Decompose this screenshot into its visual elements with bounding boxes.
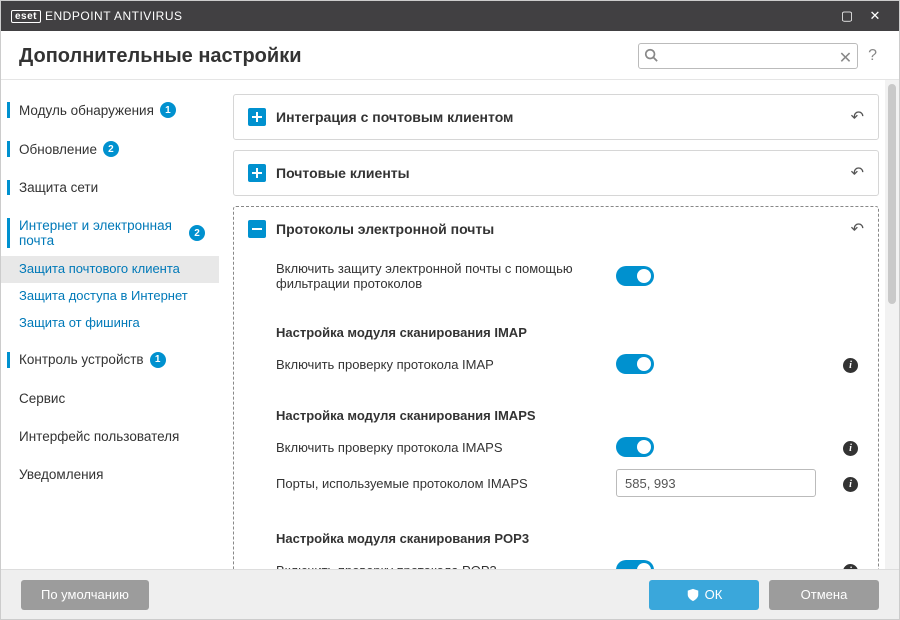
setting-enable-email-filter: Включить защиту электронной почты с помо… bbox=[276, 255, 864, 297]
input-imaps-ports[interactable] bbox=[616, 469, 816, 497]
toggle-enable-email-filter[interactable] bbox=[616, 266, 654, 286]
setting-label: Включить проверку протокола IMAP bbox=[276, 357, 616, 372]
sidebar-item-notifications[interactable]: Уведомления bbox=[1, 459, 219, 490]
revert-icon[interactable]: ↶ bbox=[851, 163, 864, 183]
panel-header[interactable]: Интеграция с почтовым клиентом ↶ bbox=[234, 95, 878, 139]
scrollbar-thumb[interactable] bbox=[888, 84, 896, 304]
info-icon[interactable]: i bbox=[843, 441, 858, 456]
sidebar-label: Интернет и электронная почта bbox=[19, 218, 183, 248]
clear-search-icon[interactable]: ✕ bbox=[839, 48, 852, 68]
setting-pop3-check: Включить проверку протокола POP3 i bbox=[276, 554, 864, 569]
help-icon[interactable]: ? bbox=[868, 47, 877, 65]
setting-label: Включить проверку протокола IMAPS bbox=[276, 440, 616, 455]
titlebar: eset ENDPOINT ANTIVIRUS ▢ ✕ bbox=[1, 1, 899, 31]
sidebar-label: Контроль устройств bbox=[19, 352, 144, 367]
sidebar-item-device-control[interactable]: Контроль устройств 1 bbox=[1, 344, 219, 376]
shield-icon bbox=[686, 588, 700, 602]
toggle-pop3[interactable] bbox=[616, 560, 654, 569]
badge: 1 bbox=[150, 352, 166, 368]
info-icon[interactable]: i bbox=[843, 358, 858, 373]
sidebar-sub-mail-protection[interactable]: Защита почтового клиента bbox=[1, 256, 219, 283]
sidebar-item-update[interactable]: Обновление 2 bbox=[1, 133, 219, 165]
expand-icon[interactable] bbox=[248, 108, 266, 126]
revert-icon[interactable]: ↶ bbox=[851, 219, 864, 239]
setting-imap-check: Включить проверку протокола IMAP i bbox=[276, 348, 864, 380]
defaults-button[interactable]: По умолчанию bbox=[21, 580, 149, 610]
badge: 2 bbox=[189, 225, 205, 241]
sidebar-label: Модуль обнаружения bbox=[19, 103, 154, 118]
setting-label: Включить защиту электронной почты с помо… bbox=[276, 261, 616, 291]
sidebar-item-internet-email[interactable]: Интернет и электронная почта 2 bbox=[1, 210, 219, 256]
collapse-icon[interactable] bbox=[248, 220, 266, 238]
sidebar-sub-antiphishing[interactable]: Защита от фишинга bbox=[1, 310, 219, 337]
brand-badge: eset bbox=[11, 10, 41, 23]
toggle-imaps[interactable] bbox=[616, 437, 654, 457]
revert-icon[interactable]: ↶ bbox=[851, 107, 864, 127]
page-header: Дополнительные настройки ✕ ? bbox=[1, 31, 899, 80]
sidebar-sub-web-access[interactable]: Защита доступа в Интернет bbox=[1, 283, 219, 310]
panel-header[interactable]: Почтовые клиенты ↶ bbox=[234, 151, 878, 195]
cancel-button[interactable]: Отмена bbox=[769, 580, 879, 610]
setting-imaps-ports: Порты, используемые протоколом IMAPS i bbox=[276, 463, 864, 503]
setting-imaps-check: Включить проверку протокола IMAPS i bbox=[276, 431, 864, 463]
scrollbar[interactable] bbox=[885, 80, 899, 569]
info-icon[interactable]: i bbox=[843, 477, 858, 492]
window-maximize-icon[interactable]: ▢ bbox=[833, 8, 861, 24]
heading-imap: Настройка модуля сканирования IMAP bbox=[276, 297, 864, 348]
sidebar-item-ui[interactable]: Интерфейс пользователя bbox=[1, 421, 219, 452]
heading-imaps: Настройка модуля сканирования IMAPS bbox=[276, 380, 864, 431]
sidebar-item-detection[interactable]: Модуль обнаружения 1 bbox=[1, 94, 219, 126]
panel-mail-integration: Интеграция с почтовым клиентом ↶ bbox=[233, 94, 879, 140]
ok-button[interactable]: ОК bbox=[649, 580, 759, 610]
search-box[interactable]: ✕ bbox=[638, 43, 858, 69]
sidebar-label: Сервис bbox=[19, 391, 65, 406]
heading-pop3: Настройка модуля сканирования POP3 bbox=[276, 503, 864, 554]
sidebar-label: Интерфейс пользователя bbox=[19, 429, 179, 444]
product-name: ENDPOINT ANTIVIRUS bbox=[45, 9, 182, 23]
setting-label: Порты, используемые протоколом IMAPS bbox=[276, 476, 616, 491]
sidebar-label: Обновление bbox=[19, 142, 97, 157]
search-icon bbox=[644, 48, 658, 67]
sidebar: Модуль обнаружения 1 Обновление 2 Защита… bbox=[1, 80, 219, 569]
panel-title: Интеграция с почтовым клиентом bbox=[276, 109, 851, 125]
panel-header[interactable]: Протоколы электронной почты ↶ bbox=[234, 207, 878, 251]
sidebar-label: Защита сети bbox=[19, 180, 98, 195]
panel-title: Почтовые клиенты bbox=[276, 165, 851, 181]
footer: По умолчанию ОК Отмена bbox=[1, 569, 899, 619]
badge: 1 bbox=[160, 102, 176, 118]
panel-title: Протоколы электронной почты bbox=[276, 221, 851, 237]
sidebar-item-service[interactable]: Сервис bbox=[1, 383, 219, 414]
panel-email-protocols: Протоколы электронной почты ↶ Включить з… bbox=[233, 206, 879, 569]
panel-mail-clients: Почтовые клиенты ↶ bbox=[233, 150, 879, 196]
sidebar-label: Уведомления bbox=[19, 467, 103, 482]
settings-content: Интеграция с почтовым клиентом ↶ Почтовы… bbox=[219, 80, 885, 569]
expand-icon[interactable] bbox=[248, 164, 266, 182]
toggle-imap[interactable] bbox=[616, 354, 654, 374]
badge: 2 bbox=[103, 141, 119, 157]
sidebar-item-network[interactable]: Защита сети bbox=[1, 172, 219, 203]
page-title: Дополнительные настройки bbox=[19, 45, 638, 68]
search-input[interactable] bbox=[638, 43, 858, 69]
window-close-icon[interactable]: ✕ bbox=[861, 8, 889, 24]
